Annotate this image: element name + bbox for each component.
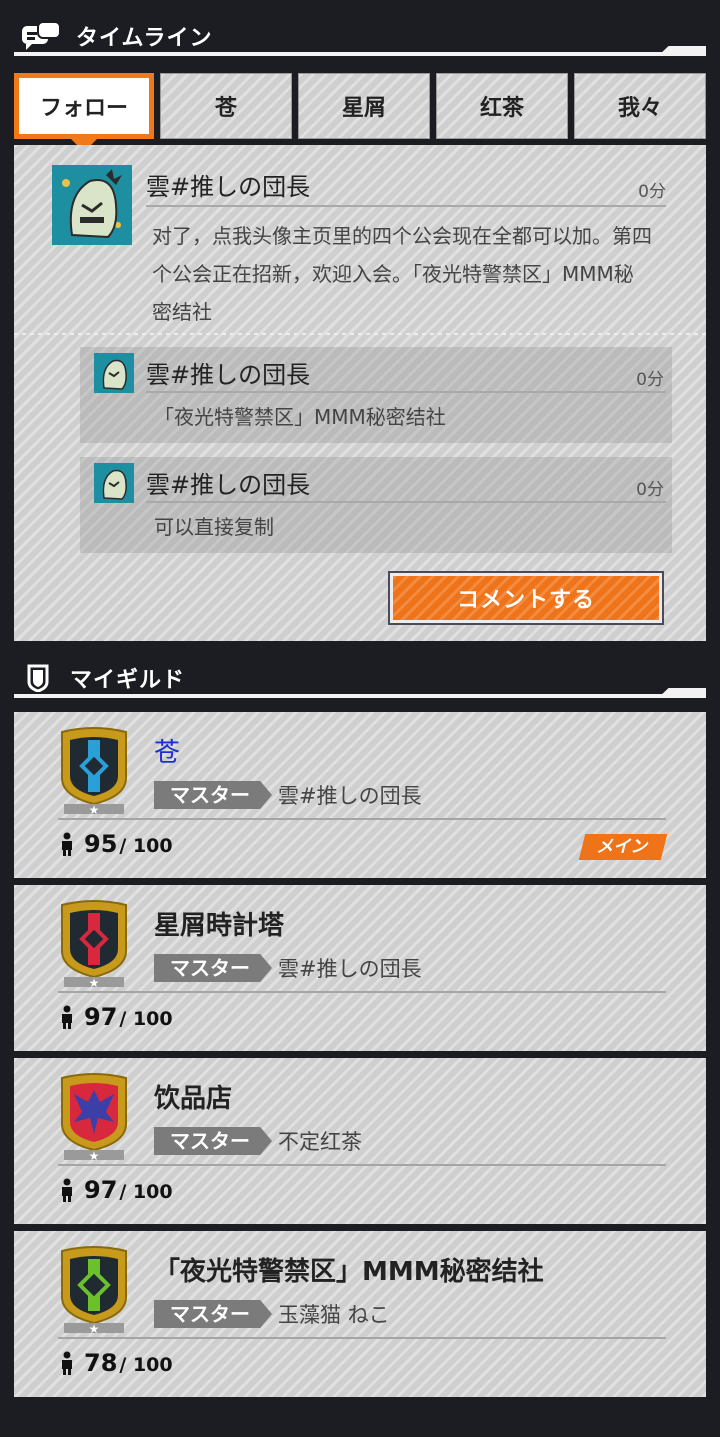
master-tag: マスター <box>154 954 272 982</box>
divider <box>146 391 666 393</box>
reply-time: 0分 <box>636 480 664 500</box>
person-icon <box>62 1178 72 1202</box>
post-author[interactable]: 雲#推しの団長 <box>146 167 310 202</box>
guild-name: 「夜光特警禁区」MMM秘密结社 <box>154 1257 544 1287</box>
tab-wareware[interactable]: 我々 <box>574 73 706 139</box>
guild-emblem-icon: ★ <box>58 899 130 990</box>
guild-name: 苍 <box>154 738 181 768</box>
header-rule <box>14 694 706 698</box>
main-guild-badge: メイン <box>578 834 668 860</box>
guild-card[interactable]: ★ 饮品店 マスター 不定红茶 97 / 100 <box>14 1058 706 1224</box>
member-max: / 100 <box>119 1008 173 1030</box>
person-icon <box>62 1005 72 1029</box>
master-tag: マスター <box>154 781 272 809</box>
member-max: / 100 <box>119 1181 173 1203</box>
member-count: 97 / 100 <box>60 1003 173 1031</box>
master-tag: マスター <box>154 1127 272 1155</box>
svg-text:★: ★ <box>89 1149 100 1160</box>
reply-item: 雲#推しの団長 0分 「夜光特警禁区」MMM秘密结社 <box>80 347 672 443</box>
reply-author[interactable]: 雲#推しの団長 <box>146 465 310 500</box>
header-rule <box>14 52 706 56</box>
tab-hoshikuzu[interactable]: 星屑 <box>298 73 430 139</box>
comment-button[interactable]: コメントする <box>388 571 664 625</box>
guild-master: マスター 玉藻猫 ねこ <box>154 1299 390 1329</box>
tab-follow[interactable]: フォロー <box>14 73 154 152</box>
avatar[interactable] <box>94 353 134 393</box>
guild-master: マスター 不定红茶 <box>154 1126 362 1156</box>
divider <box>58 991 666 993</box>
timeline-tabs: フォロー 苍 星屑 红茶 我々 <box>14 73 706 152</box>
guild-name: 星屑時計塔 <box>154 911 285 941</box>
guild-master: マスター 雲#推しの団長 <box>154 953 422 983</box>
guild-header: マイギルド <box>14 658 706 698</box>
avatar[interactable] <box>94 463 134 503</box>
chat-bubbles-icon <box>20 20 62 52</box>
member-current: 95 <box>84 830 118 858</box>
guild-emblem-icon: ★ <box>58 726 130 817</box>
post-text: 对了，点我头像主页里的四个公会现在全都可以加。第四个公会正在招新，欢迎入会。「夜… <box>152 224 652 324</box>
master-tag: マスター <box>154 1300 272 1328</box>
guild-card[interactable]: ★ 星屑時計塔 マスター 雲#推しの団長 97 / 100 <box>14 885 706 1051</box>
guild-card[interactable]: ★ 苍 マスター 雲#推しの団長 95 / 100 メイン <box>14 712 706 878</box>
reply-item: 雲#推しの団長 0分 可以直接复制 <box>80 457 672 553</box>
guild-emblem-icon: ★ <box>58 1072 130 1163</box>
guild-emblem-icon: ★ <box>58 1245 130 1336</box>
timeline-title: タイムライン <box>76 26 213 51</box>
divider <box>58 1337 666 1339</box>
member-current: 97 <box>84 1176 118 1204</box>
member-count: 78 / 100 <box>60 1349 173 1377</box>
guild-card[interactable]: ★ 「夜光特警禁区」MMM秘密结社 マスター 玉藻猫 ねこ 78 / 100 <box>14 1231 706 1397</box>
person-icon <box>62 832 72 856</box>
master-name: 玉藻猫 ねこ <box>278 1303 390 1327</box>
master-name: 雲#推しの団長 <box>278 957 422 981</box>
guild-section-title: マイギルド <box>70 668 186 693</box>
guild-name: 饮品店 <box>154 1084 233 1114</box>
tab-ao[interactable]: 苍 <box>160 73 292 139</box>
divider <box>146 205 666 207</box>
member-current: 78 <box>84 1349 118 1377</box>
person-icon <box>62 1351 72 1375</box>
guild-master: マスター 雲#推しの団長 <box>154 780 422 810</box>
divider <box>58 1164 666 1166</box>
divider <box>58 818 666 820</box>
reply-text: 可以直接复制 <box>154 515 274 539</box>
timeline-panel: 雲#推しの団長 0分 对了，点我头像主页里的四个公会现在全都可以加。第四个公会正… <box>14 145 706 641</box>
timeline-header: タイムライン <box>14 16 706 56</box>
master-name: 不定红茶 <box>278 1130 362 1154</box>
avatar[interactable] <box>52 165 132 245</box>
member-current: 97 <box>84 1003 118 1031</box>
tab-koucha[interactable]: 红茶 <box>436 73 568 139</box>
shield-icon <box>26 664 50 692</box>
divider <box>146 501 666 503</box>
member-max: / 100 <box>119 1354 173 1376</box>
svg-text:★: ★ <box>89 976 100 987</box>
svg-text:★: ★ <box>89 1322 100 1333</box>
member-count: 97 / 100 <box>60 1176 173 1204</box>
dashed-divider <box>14 333 706 335</box>
reply-time: 0分 <box>636 370 664 390</box>
post-time: 0分 <box>638 182 666 202</box>
reply-author[interactable]: 雲#推しの団長 <box>146 355 310 390</box>
reply-text: 「夜光特警禁区」MMM秘密结社 <box>154 405 446 429</box>
svg-text:★: ★ <box>89 803 100 814</box>
member-max: / 100 <box>119 835 173 857</box>
comment-button-label: コメントする <box>393 576 659 620</box>
master-name: 雲#推しの団長 <box>278 784 422 808</box>
member-count: 95 / 100 <box>60 830 173 858</box>
